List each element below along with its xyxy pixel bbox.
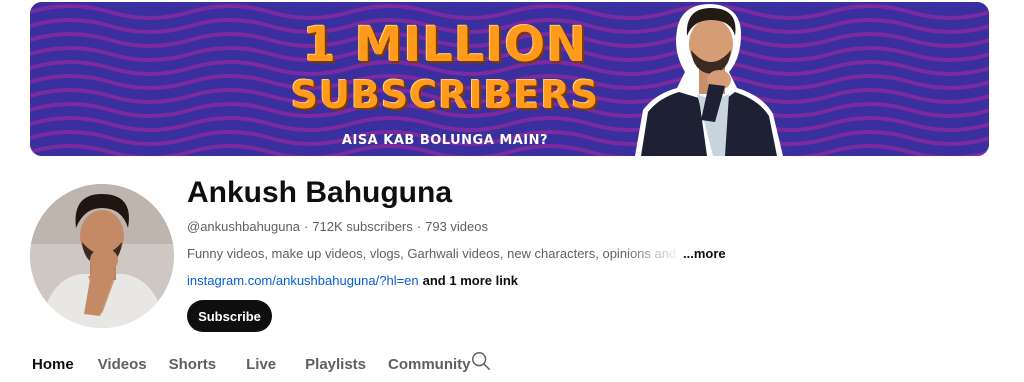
channel-meta: @ankushbahuguna · 712K subscribers · 793… — [187, 219, 488, 234]
subscribe-button[interactable]: Subscribe — [187, 300, 272, 332]
instagram-link[interactable]: instagram.com/ankushbahuguna/?hl=en — [187, 273, 419, 288]
tab-community[interactable]: Community — [388, 356, 471, 373]
channel-banner: 1 MILLION SUBSCRIBERS AISA KAB BOLUNGA M… — [30, 2, 989, 156]
channel-avatar[interactable] — [30, 184, 174, 328]
banner-headline-line2: SUBSCRIBERS — [290, 73, 600, 117]
channel-name: Ankush Bahuguna — [187, 176, 453, 209]
channel-links: instagram.com/ankushbahuguna/?hl=en and … — [187, 273, 518, 288]
more-links-button[interactable]: and 1 more link — [423, 273, 518, 288]
channel-description[interactable]: Funny videos, make up videos, vlogs, Gar… — [187, 246, 726, 261]
tab-playlists[interactable]: Playlists — [305, 356, 366, 373]
banner-headline: 1 MILLION SUBSCRIBERS — [230, 16, 660, 116]
search-icon-glyph — [472, 352, 490, 370]
banner-person-image — [635, 4, 783, 156]
meta-separator: · — [303, 219, 309, 234]
description-text: Funny videos, make up videos, vlogs, Gar… — [187, 246, 683, 261]
banner-tagline: AISA KAB BOLUNGA MAIN? — [341, 133, 549, 148]
description-more-button[interactable]: ...more — [683, 246, 726, 261]
tab-videos[interactable]: Videos — [98, 356, 147, 373]
tab-home[interactable]: Home — [32, 356, 74, 373]
channel-tabs: Home Videos Shorts Live Playlists Commun… — [32, 352, 490, 376]
subscriber-count: 712K subscribers — [312, 219, 413, 234]
tab-live[interactable]: Live — [246, 356, 276, 373]
banner-headline-line1: 1 MILLION — [302, 17, 588, 73]
video-count: 793 videos — [425, 219, 488, 234]
search-icon[interactable] — [470, 350, 492, 377]
meta-separator: · — [416, 219, 422, 234]
channel-handle: @ankushbahuguna — [187, 219, 300, 234]
tab-shorts[interactable]: Shorts — [169, 356, 217, 373]
avatar-image — [30, 184, 174, 328]
